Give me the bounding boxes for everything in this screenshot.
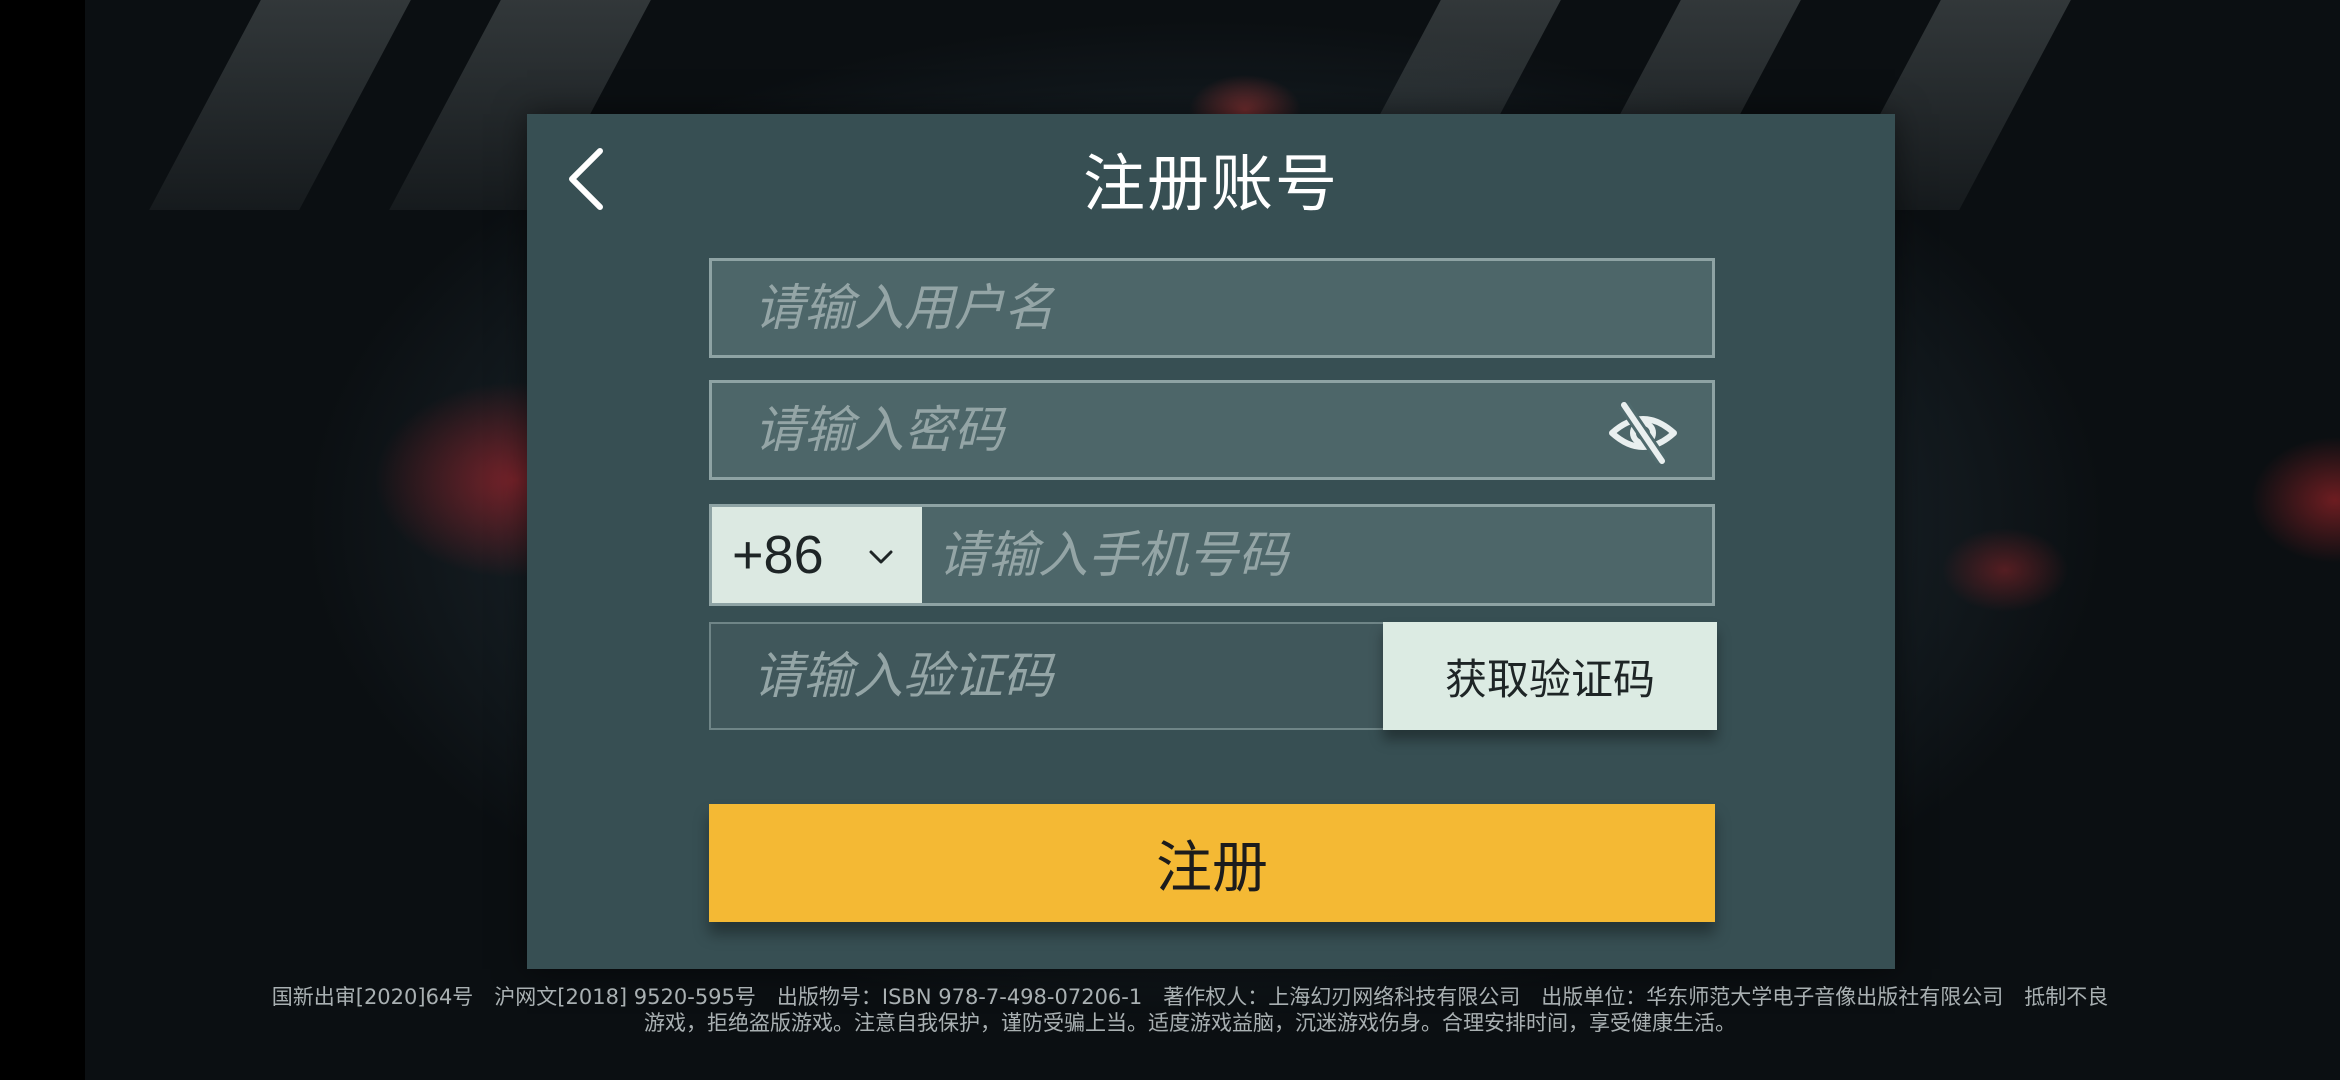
legal-notice-line: 国新出审[2020]64号 沪网文[2018] 9520-595号 出版物号：I… xyxy=(271,985,2109,1009)
app-screen: 注册账号 +86 xyxy=(0,0,2340,1080)
toggle-password-visibility-button[interactable] xyxy=(1608,401,1678,465)
left-safe-area xyxy=(0,0,85,1080)
country-code-value: +86 xyxy=(732,525,824,585)
password-input[interactable] xyxy=(712,383,1712,477)
eye-off-icon xyxy=(1609,401,1677,465)
verification-code-input[interactable] xyxy=(711,624,1383,728)
register-panel: 注册账号 +86 xyxy=(527,114,1895,969)
chevron-down-icon xyxy=(869,550,893,564)
username-input[interactable] xyxy=(712,261,1712,355)
verification-code-field[interactable] xyxy=(709,622,1385,730)
background-stripe xyxy=(149,0,411,210)
get-code-button[interactable]: 获取验证码 xyxy=(1383,622,1717,730)
username-field[interactable] xyxy=(709,258,1715,358)
password-field[interactable] xyxy=(709,380,1715,480)
page-title: 注册账号 xyxy=(1082,147,1339,220)
verification-row: 获取验证码 xyxy=(709,622,1717,730)
phone-field: +86 xyxy=(709,504,1715,606)
register-button[interactable]: 注册 xyxy=(709,804,1715,922)
legal-notice: 国新出审[2020]64号 沪网文[2018] 9520-595号 出版物号：I… xyxy=(100,984,2280,1036)
country-code-select[interactable]: +86 xyxy=(712,507,922,603)
legal-notice-line: 游戏，拒绝盗版游戏。注意自我保护，谨防受骗上当。适度游戏益脑，沉迷游戏伤身。合理… xyxy=(644,1011,1736,1035)
phone-input[interactable] xyxy=(922,507,1712,603)
